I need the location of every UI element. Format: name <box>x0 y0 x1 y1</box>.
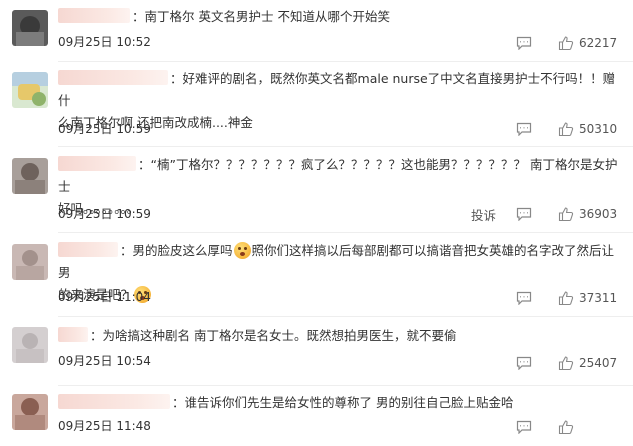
username-colon: ： <box>90 328 103 343</box>
thumbs-up-icon[interactable] <box>558 355 574 371</box>
username[interactable] <box>58 8 130 23</box>
like-count: 50310 <box>579 122 618 136</box>
like-count: 36903 <box>579 207 618 221</box>
comment-text: 谁告诉你们先生是给女性的尊称了 男的别往自己脸上贴金哈 <box>184 395 514 410</box>
username-colon: ： <box>120 243 133 258</box>
username-colon: ： <box>138 157 151 172</box>
comment-actions: 62217 <box>516 34 619 52</box>
avatar[interactable] <box>12 244 48 280</box>
divider <box>58 385 633 386</box>
thumbs-up-icon[interactable] <box>558 419 574 435</box>
comment-icon[interactable] <box>516 291 532 305</box>
comment-time: 09月25日 11:48 <box>58 419 151 433</box>
username[interactable] <box>58 394 170 409</box>
comment-text: 为啥搞这种剧名 南丁格尔是名女士。既然想拍男医生，就不要偷 <box>102 328 457 343</box>
comment-actions <box>516 418 619 436</box>
divider <box>58 146 633 147</box>
username-colon: ： <box>170 71 183 86</box>
comment-actions: 投诉 36903 <box>471 205 619 223</box>
comment-time: 09月25日 10:59 <box>58 207 151 221</box>
comment-icon[interactable] <box>516 356 532 370</box>
username[interactable] <box>58 70 168 85</box>
comment-text: 南丁格尔 英文名男护士 不知道从哪个开始笑 <box>144 9 390 24</box>
avatar[interactable] <box>12 394 48 430</box>
emoji-icon <box>233 242 251 259</box>
comment-icon[interactable] <box>516 36 532 50</box>
comment-time: 09月25日 10:54 <box>58 354 151 368</box>
comment-actions: 50310 <box>516 120 619 138</box>
comment-icon[interactable] <box>516 122 532 136</box>
comment-body: ：谁告诉你们先生是给女性的尊称了 男的别往自己脸上贴金哈 <box>58 392 618 414</box>
comment-icon[interactable] <box>516 207 532 221</box>
username[interactable] <box>58 327 88 342</box>
comment-text: 男的脸皮这么厚吗 <box>132 243 233 258</box>
username[interactable] <box>58 242 118 257</box>
like-count: 62217 <box>579 36 618 50</box>
divider <box>58 61 633 62</box>
comment-time: 09月25日 10:59 <box>58 122 151 136</box>
thumbs-up-icon[interactable] <box>558 121 574 137</box>
thumbs-up-icon[interactable] <box>558 35 574 51</box>
avatar[interactable] <box>12 72 48 108</box>
comment-icon[interactable] <box>516 420 532 434</box>
divider <box>58 316 633 317</box>
like-count: 37311 <box>579 291 618 305</box>
comment-body: ：南丁格尔 英文名男护士 不知道从哪个开始笑 <box>58 6 618 28</box>
comment-feed: ：南丁格尔 英文名男护士 不知道从哪个开始笑 09月25日 10:52 6221… <box>0 0 633 446</box>
report-button[interactable]: 投诉 <box>471 205 496 224</box>
comment-actions: 37311 <box>516 289 619 307</box>
username[interactable] <box>58 156 136 171</box>
avatar[interactable] <box>12 158 48 194</box>
like-count: 25407 <box>579 356 618 370</box>
thumbs-up-icon[interactable] <box>558 290 574 306</box>
comment-time: 09月25日 10:52 <box>58 35 151 49</box>
thumbs-up-icon[interactable] <box>558 206 574 222</box>
comment-time: 09月25日 11:04 <box>58 290 151 304</box>
avatar[interactable] <box>12 10 48 46</box>
comment-actions: 25407 <box>516 354 619 372</box>
divider <box>58 232 633 233</box>
avatar[interactable] <box>12 327 48 363</box>
username-colon: ： <box>172 395 185 410</box>
username-colon: ： <box>132 9 145 24</box>
comment-body: ：为啥搞这种剧名 南丁格尔是名女士。既然想拍男医生，就不要偷 <box>58 325 618 347</box>
